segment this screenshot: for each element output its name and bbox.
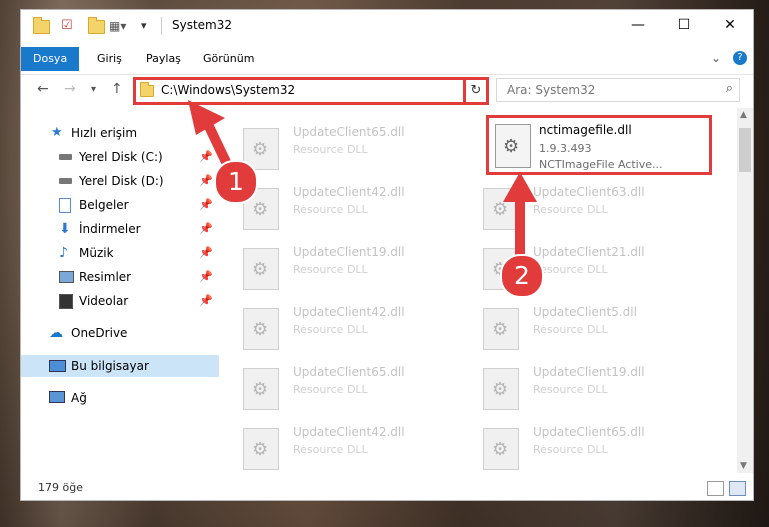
sidebar-item-quick-access[interactable]: ★ Hızlı erişim (21, 122, 219, 144)
tab-dosya[interactable]: Dosya (21, 47, 80, 71)
pin-icon[interactable]: 📌 (199, 170, 213, 192)
dll-file-icon (483, 368, 519, 410)
tab-paylas[interactable]: Paylaş (134, 47, 193, 71)
file-list: UpdateClient65.dll Resource DLL UpdateCl… (221, 108, 736, 473)
large-icons-view-icon[interactable] (729, 481, 746, 496)
pictures-icon (59, 271, 74, 283)
search-input[interactable] (505, 79, 709, 101)
dll-file-icon (243, 368, 279, 410)
window-title: System32 (172, 18, 233, 32)
scroll-down-icon[interactable]: ▼ (740, 461, 747, 471)
item-count: 179 öğe (38, 481, 83, 494)
videos-icon (59, 294, 73, 309)
drive-icon (59, 178, 72, 184)
tab-gorunum[interactable]: Görünüm (191, 47, 266, 71)
highlighted-file-description: NCTImageFile Active... (539, 158, 663, 171)
vertical-scrollbar[interactable]: ▲ ▼ (737, 108, 753, 473)
scroll-up-icon[interactable]: ▲ (740, 110, 747, 120)
pin-icon[interactable]: 📌 (199, 290, 213, 312)
network-icon (49, 391, 65, 403)
pin-icon[interactable]: 📌 (199, 242, 213, 264)
sidebar-item-local-disk-d[interactable]: Yerel Disk (D:) 📌 (21, 170, 219, 192)
pin-icon[interactable]: 📌 (199, 194, 213, 216)
recent-locations-icon[interactable]: ▾ (91, 84, 96, 95)
download-icon: ⬇ (59, 221, 71, 237)
sidebar-item-documents[interactable]: Belgeler 📌 (21, 194, 219, 216)
forward-arrow-icon[interactable]: → (64, 81, 76, 97)
back-arrow-icon[interactable]: ← (37, 81, 49, 97)
maximize-button[interactable]: ☐ (661, 10, 707, 40)
folder-icon (33, 17, 50, 34)
address-folder-icon (140, 82, 154, 97)
refresh-button[interactable]: ↻ (463, 77, 489, 105)
dll-file-icon (243, 308, 279, 350)
navigation-pane: ★ Hızlı erişim Yerel Disk (C:) 📌 Yerel D… (21, 108, 219, 473)
sidebar-item-network[interactable]: Ağ (21, 387, 219, 409)
details-view-icon[interactable] (707, 481, 724, 496)
ribbon-expand-icon[interactable]: ⌄ (711, 51, 721, 65)
search-icon[interactable]: ⌕ (726, 81, 733, 96)
file-item[interactable]: UpdateClient65.dll Resource DLL (243, 124, 463, 174)
dll-file-icon (483, 308, 519, 350)
scroll-thumb[interactable] (739, 128, 751, 172)
sidebar-item-local-disk-c[interactable]: Yerel Disk (C:) 📌 (21, 146, 219, 168)
sidebar-item-music[interactable]: ♪ Müzik 📌 (21, 242, 219, 264)
music-icon: ♪ (59, 245, 68, 261)
sidebar-item-pictures[interactable]: Resimler 📌 (21, 266, 219, 288)
properties-icon[interactable]: ☑ (61, 18, 77, 34)
file-item[interactable]: UpdateClient63.dll Resource DLL (483, 184, 703, 234)
highlighted-file-item[interactable]: nctimagefile.dll 1.9.3.493 NCTImageFile … (486, 115, 712, 175)
dll-file-icon (243, 248, 279, 290)
title-bar: ☑ ▦▾ ▾ System32 — ☐ ✕ (21, 10, 753, 42)
tab-giris[interactable]: Giriş (85, 47, 134, 71)
address-bar[interactable]: C:\Windows\System32 ⌄ (133, 77, 489, 105)
file-item[interactable]: UpdateClient19.dll Resource DLL (243, 244, 463, 294)
navigation-bar: ← → ▾ ↑ C:\Windows\System32 ⌄ ↻ ⌕ (21, 74, 753, 105)
annotation-badge-2: 2 (500, 254, 544, 298)
file-item[interactable]: UpdateClient42.dll Resource DLL (243, 304, 463, 354)
search-box[interactable]: ⌕ (496, 78, 740, 102)
annotation-badge-1: 1 (214, 160, 258, 204)
document-icon (59, 198, 71, 213)
star-icon: ★ (51, 125, 63, 140)
close-button[interactable]: ✕ (707, 10, 753, 40)
drive-icon (59, 154, 72, 160)
file-item[interactable]: UpdateClient65.dll Resource DLL (243, 364, 463, 414)
customize-toolbar-icon[interactable]: ▾ (141, 18, 157, 34)
pin-icon[interactable]: 📌 (199, 218, 213, 240)
help-icon[interactable]: ? (733, 51, 747, 65)
dll-file-icon (243, 428, 279, 470)
dll-file-icon (483, 188, 519, 230)
new-folder-icon[interactable] (88, 17, 105, 34)
status-bar: 179 öğe (21, 477, 753, 499)
address-path: C:\Windows\System32 (161, 83, 296, 97)
pin-icon[interactable]: 📌 (199, 266, 213, 288)
ribbon: Dosya Giriş Paylaş Görünüm ⌄ ? (21, 47, 753, 71)
explorer-window: ☑ ▦▾ ▾ System32 — ☐ ✕ Dosya Giriş Paylaş… (20, 9, 754, 501)
up-arrow-icon[interactable]: ↑ (111, 81, 123, 97)
minimize-button[interactable]: — (615, 10, 661, 40)
pin-icon[interactable]: 📌 (199, 146, 213, 168)
dll-file-icon (495, 124, 531, 168)
dll-file-icon (483, 428, 519, 470)
sidebar-item-downloads[interactable]: ⬇ İndirmeler 📌 (21, 218, 219, 240)
computer-icon (49, 360, 66, 372)
file-item[interactable]: UpdateClient65.dll Resource DLL (483, 424, 703, 473)
file-item[interactable]: UpdateClient19.dll Resource DLL (483, 364, 703, 414)
refresh-icon: ↻ (470, 83, 482, 98)
highlighted-file-version: 1.9.3.493 (539, 142, 592, 155)
title-divider (161, 17, 162, 35)
file-item[interactable]: UpdateClient42.dll Resource DLL (243, 184, 463, 234)
highlighted-file-name: nctimagefile.dll (539, 123, 632, 137)
quick-access-toolbar-icon[interactable]: ▦▾ (109, 18, 126, 34)
file-item[interactable]: UpdateClient42.dll Resource DLL (243, 424, 463, 473)
sidebar-item-this-pc[interactable]: Bu bilgisayar (21, 355, 219, 377)
file-item[interactable]: UpdateClient5.dll Resource DLL (483, 304, 703, 354)
cloud-icon: ☁ (49, 325, 63, 341)
sidebar-item-videos[interactable]: Videolar 📌 (21, 290, 219, 312)
sidebar-item-onedrive[interactable]: ☁ OneDrive (21, 322, 219, 344)
